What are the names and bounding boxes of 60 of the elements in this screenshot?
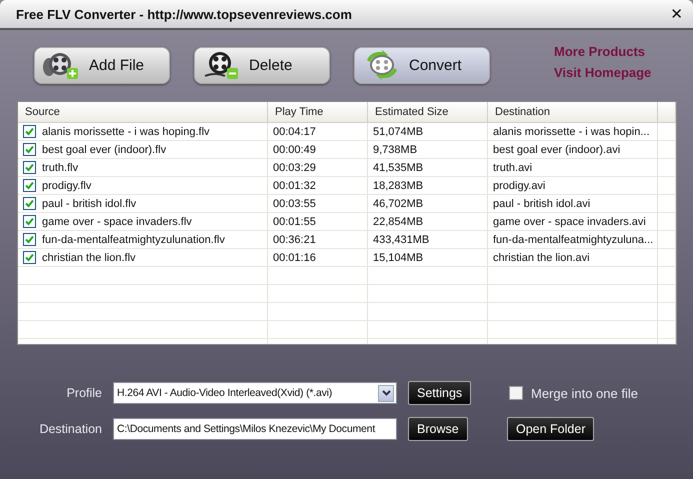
column-header[interactable]: Source bbox=[18, 102, 268, 122]
table-cell: 00:00:49 bbox=[273, 144, 316, 156]
table-cell: truth.avi bbox=[493, 162, 532, 174]
delete-button[interactable]: Delete bbox=[194, 46, 330, 84]
table-cell: fun-da-mentalfeatmightyzulunation.flv bbox=[42, 234, 225, 246]
convert-button[interactable]: Convert bbox=[354, 46, 490, 84]
film-reel-add-icon bbox=[43, 50, 81, 80]
table-cell: fun-da-mentalfeatmightyzuluna... bbox=[493, 234, 654, 246]
checkbox[interactable] bbox=[23, 125, 36, 138]
column-header[interactable]: Play Time bbox=[268, 102, 368, 122]
table-cell: 00:03:55 bbox=[273, 198, 316, 210]
table-cell: game over - space invaders.flv bbox=[42, 216, 192, 228]
close-button[interactable]: ✕ bbox=[670, 5, 683, 23]
table-cell: paul - british idol.avi bbox=[493, 198, 590, 210]
table-cell: 51,074MB bbox=[373, 126, 424, 138]
checkbox[interactable] bbox=[23, 233, 36, 246]
table-cell: 41,535MB bbox=[373, 162, 424, 174]
table-cell: alanis morissette - i was hoping.flv bbox=[42, 126, 210, 138]
table-cell: 00:03:29 bbox=[273, 162, 316, 174]
checkbox[interactable] bbox=[23, 143, 36, 156]
checkbox[interactable] bbox=[23, 197, 36, 210]
checkbox-label: Merge into one file bbox=[531, 386, 638, 400]
table-cell: best goal ever (indoor).avi bbox=[493, 144, 620, 156]
table-cell: 433,431MB bbox=[373, 234, 430, 246]
destination-field[interactable]: C:\Documents and Settings\Milos Knezevic\My Document bbox=[113, 418, 397, 440]
table-cell: 22,854MB bbox=[373, 216, 424, 228]
checkbox[interactable] bbox=[23, 215, 36, 228]
open-folder-button[interactable]: Open Folder bbox=[507, 417, 594, 441]
browse-button[interactable]: Browse bbox=[408, 417, 468, 441]
table-cell: 46,702MB bbox=[373, 198, 424, 210]
column-header[interactable]: Destination bbox=[488, 102, 658, 122]
checkbox[interactable] bbox=[509, 386, 523, 400]
checkbox[interactable] bbox=[23, 161, 36, 174]
profile-label: Profile bbox=[66, 386, 102, 400]
table-cell: truth.flv bbox=[42, 162, 78, 174]
table-cell: game over - space invaders.avi bbox=[493, 216, 646, 228]
table-cell: christian the lion.flv bbox=[42, 252, 136, 264]
film-reel-remove-icon bbox=[203, 50, 241, 80]
table-cell: alanis morissette - i was hopin... bbox=[493, 126, 650, 138]
profile-dropdown[interactable]: H.264 AVI - Audio-Video Interleaved(Xvid) (*.avi) bbox=[113, 382, 397, 404]
table-cell: paul - british idol.flv bbox=[42, 198, 136, 210]
table-cell: 00:01:16 bbox=[273, 252, 316, 264]
table-cell: 18,283MB bbox=[373, 180, 424, 192]
add-file-button[interactable]: Add File bbox=[34, 46, 170, 84]
table-cell: best goal ever (indoor).flv bbox=[42, 144, 166, 156]
table-cell: 00:36:21 bbox=[273, 234, 316, 246]
table-cell: christian the lion.avi bbox=[493, 252, 590, 264]
table-cell: prodigy.avi bbox=[493, 180, 546, 192]
window-title: Free FLV Converter - http://www.topsevenreviews.com bbox=[16, 6, 352, 22]
table-cell: 15,104MB bbox=[373, 252, 424, 264]
table-cell: 00:04:17 bbox=[273, 126, 316, 138]
table-cell: 9,738MB bbox=[373, 144, 418, 156]
column-header[interactable]: Estimated Size bbox=[368, 102, 488, 122]
table-cell: 00:01:32 bbox=[273, 180, 316, 192]
table-cell: 00:01:55 bbox=[273, 216, 316, 228]
settings-button[interactable]: Settings bbox=[408, 381, 472, 405]
table-cell: prodigy.flv bbox=[42, 180, 92, 192]
destination-label: Destination bbox=[39, 422, 102, 436]
checkbox[interactable] bbox=[23, 179, 36, 192]
checkbox[interactable] bbox=[23, 251, 36, 264]
